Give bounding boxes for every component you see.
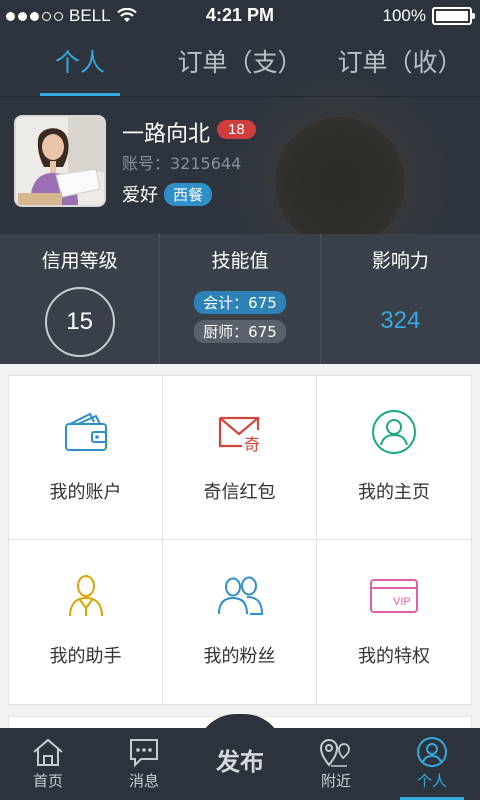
red-envelope-button[interactable]: 奇 奇信红包 [163, 376, 317, 540]
hobby-tag[interactable]: 西餐 [164, 182, 213, 206]
nav-nearby-label: 附近 [320, 772, 351, 790]
red-envelope-label: 奇信红包 [203, 482, 276, 503]
hobby-label: 爱好 [122, 185, 158, 206]
tab-personal[interactable]: 个人 [0, 32, 160, 96]
vip-card-icon: VIP [370, 579, 418, 613]
svg-text:奇: 奇 [244, 435, 260, 454]
wallet-icon [64, 412, 107, 451]
skill-value-title: 技能值 [211, 250, 269, 272]
publish-button[interactable]: 发布 [196, 742, 284, 777]
avatar[interactable] [14, 115, 106, 207]
battery-percent: 100% [382, 6, 426, 25]
nav-messages-label: 消息 [128, 772, 159, 790]
influence-stat[interactable]: 影响力 324 [319, 234, 480, 364]
tab-orders-paid[interactable]: 订单（支） [160, 32, 320, 96]
location-icon [319, 739, 350, 767]
account-number: 账号：3215644 [122, 154, 242, 173]
nav-profile-label: 个人 [416, 772, 447, 790]
top-tabs: 个人 订单（支） 订单（收） [0, 32, 480, 96]
nav-home-label: 首页 [32, 772, 63, 790]
my-privileges-button[interactable]: VIP 我的特权 [317, 540, 471, 704]
my-privileges-label: 我的特权 [358, 646, 430, 667]
my-homepage-label: 我的主页 [358, 482, 430, 503]
profile-card: 一路向北 18 账号：3215644 爱好 西餐 [0, 97, 480, 234]
skill-badge-chef: 厨师：675 [194, 320, 286, 343]
my-homepage-button[interactable]: 我的主页 [317, 376, 471, 540]
battery-icon [432, 7, 475, 25]
credit-level-stat[interactable]: 信用等级 15 [0, 234, 159, 364]
my-fans-button[interactable]: 我的粉丝 [163, 540, 317, 704]
tab-orders-received[interactable]: 订单（收） [320, 32, 480, 96]
avatar-photo [16, 117, 104, 205]
svg-text:VIP: VIP [393, 596, 411, 608]
nav-nearby[interactable]: 附近 [288, 728, 384, 800]
envelope-icon: 奇 [218, 416, 260, 454]
my-assistant-button[interactable]: 我的助手 [9, 540, 163, 704]
profile-icon [417, 737, 447, 767]
my-account-label: 我的账户 [49, 482, 122, 503]
credit-level-value: 15 [44, 287, 115, 357]
my-fans-label: 我的粉丝 [203, 646, 276, 667]
user-circle-icon [372, 410, 416, 454]
message-icon [130, 739, 158, 768]
fans-icon [217, 576, 263, 615]
nav-profile[interactable]: 个人 [384, 728, 480, 800]
my-account-button[interactable]: 我的账户 [9, 376, 163, 540]
profile-header: 个人 订单（支） 订单（收） 一路向北 18 账号：3215644 爱好 西餐 [0, 32, 480, 364]
user-name: 一路向北 [122, 122, 211, 147]
influence-title: 影响力 [371, 250, 429, 272]
age-badge: 18 [217, 120, 256, 139]
my-assistant-label: 我的助手 [49, 646, 122, 667]
skill-badge-accounting: 会计：675 [194, 291, 286, 314]
stats-panel: 信用等级 15 技能值 会计：675 厨师：675 影响力 324 [0, 234, 480, 364]
skill-value-stat[interactable]: 技能值 会计：675 厨师：675 [159, 234, 319, 364]
assistant-icon [68, 575, 103, 617]
home-icon [33, 738, 63, 766]
credit-level-title: 信用等级 [41, 250, 118, 272]
nav-messages[interactable]: 消息 [96, 728, 192, 800]
nav-home[interactable]: 首页 [0, 728, 96, 800]
battery-status: 100% [382, 6, 475, 26]
status-bar: BELL 4:21 PM 100% [0, 0, 480, 32]
hobby-row: 爱好 西餐 [122, 181, 213, 207]
feature-grid: 我的账户 奇 奇信红包 我的主页 我的助手 我的粉丝 VIP 我的特权 [8, 375, 472, 705]
influence-value: 324 [380, 307, 421, 334]
